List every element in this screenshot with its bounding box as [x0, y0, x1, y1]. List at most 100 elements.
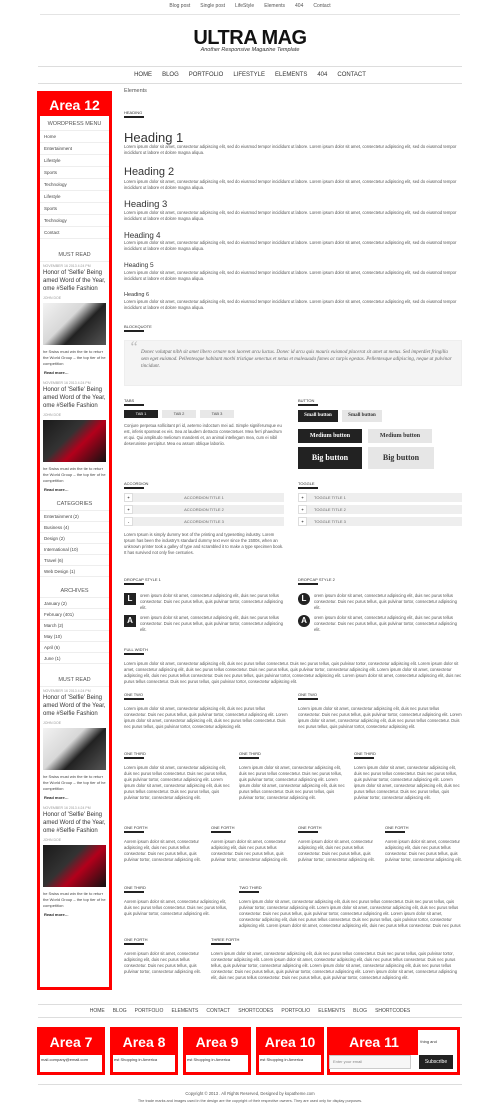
big-button-dark[interactable]: Big button: [298, 447, 362, 469]
one-two-text: Lorem ipsum dolor sit amet, consectetur …: [298, 706, 462, 729]
archive-item[interactable]: June (1): [40, 653, 109, 664]
footer-nav-item[interactable]: PORTFOLIO: [135, 1008, 164, 1014]
small-button-dark[interactable]: Small button: [298, 410, 338, 422]
sidebar-menu-item[interactable]: Sports: [40, 203, 109, 215]
one-third-text: Aorem ipsum dolor sit amet, consectetur …: [124, 899, 228, 916]
toggle-item[interactable]: + TOGGLE TITLE 1: [298, 493, 462, 502]
archive-item[interactable]: March (2): [40, 620, 109, 631]
footer-area-text: mail.company@email.com: [41, 1057, 88, 1062]
top-nav-link[interactable]: Elements: [264, 3, 285, 9]
footer-nav-item[interactable]: ELEMENTS: [318, 1008, 345, 1014]
heading-1: Heading 1: [124, 130, 184, 145]
post-image[interactable]: [43, 845, 106, 887]
archive-item[interactable]: April (6): [40, 642, 109, 653]
medium-button-light[interactable]: Medium button: [368, 429, 432, 443]
main-nav-item[interactable]: BLOG: [162, 72, 179, 78]
heading-4-text: Lorem ipsum dolor sit amet, consectetur …: [124, 240, 457, 251]
post-title[interactable]: Honor of 'Selfie' Being amed Word of the…: [40, 385, 109, 411]
archive-item[interactable]: January (2): [40, 598, 109, 609]
category-item[interactable]: Travel (6): [40, 555, 109, 566]
sidebar-menu-item[interactable]: Technology: [40, 215, 109, 227]
tab-3[interactable]: TAB 3: [200, 410, 234, 418]
post-image[interactable]: [43, 420, 106, 462]
category-item[interactable]: Entertainment (2): [40, 511, 109, 522]
area-label: Area 12: [40, 94, 109, 116]
dropcap-letter: L: [124, 593, 136, 605]
accordion-item[interactable]: + ACCORDION TITLE 2: [124, 505, 284, 514]
minus-icon: -: [124, 517, 133, 526]
post-title[interactable]: Honor of 'Selfie' Being amed Word of the…: [40, 810, 109, 836]
top-nav-link[interactable]: LifeStyle: [235, 3, 254, 9]
dropcap-text: orem ipsum dolor sit amet, consectetur a…: [140, 593, 283, 610]
heading-4: Heading 4: [124, 231, 161, 240]
sidebar-menu-item[interactable]: Technology: [40, 179, 109, 191]
category-item[interactable]: Design (2): [40, 533, 109, 544]
sidebar-menu-item[interactable]: Lifestyle: [40, 155, 109, 167]
heading-1-text: Lorem ipsum dolor sit amet, consectetur …: [124, 144, 457, 155]
small-button-light[interactable]: Small button: [342, 410, 382, 422]
read-more-link[interactable]: Read more…: [40, 793, 109, 804]
breadcrumb[interactable]: Elements: [124, 88, 147, 94]
main-nav-item[interactable]: HOME: [134, 72, 152, 78]
post-image[interactable]: [43, 728, 106, 770]
footer-area-text: est Shopping in America: [114, 1057, 158, 1062]
top-nav-link[interactable]: Blog post: [169, 3, 190, 9]
big-button-light[interactable]: Big button: [368, 447, 434, 469]
category-item[interactable]: Business (4): [40, 522, 109, 533]
accordion-item[interactable]: - ACCORDION TITLE 3: [124, 517, 284, 526]
one-two-title: ONE TWO: [124, 692, 145, 700]
top-nav-link[interactable]: 404: [295, 3, 303, 9]
post-title[interactable]: Honor of 'Selfie' Being amed Word of the…: [40, 693, 109, 719]
category-item[interactable]: Web Design (1): [40, 566, 109, 577]
medium-button-dark[interactable]: Medium button: [298, 429, 362, 443]
site-tagline: Another Responsive Magazine Template: [200, 47, 300, 53]
main-nav-item[interactable]: 404: [317, 72, 327, 78]
main-nav-item[interactable]: ELEMENTS: [275, 72, 307, 78]
accordion-item[interactable]: + ACCORDION TITLE 1: [124, 493, 284, 502]
footer-nav-item[interactable]: BLOG: [113, 1008, 127, 1014]
archive-item[interactable]: May (10): [40, 631, 109, 642]
footer-nav-item[interactable]: SHORTCODES: [375, 1008, 410, 1014]
sidebar-menu-item[interactable]: Sports: [40, 167, 109, 179]
toggle-item[interactable]: + TOGGLE TITLE 3: [298, 517, 462, 526]
category-item[interactable]: International (10): [40, 544, 109, 555]
footer-nav-item[interactable]: PORTFOLIO: [281, 1008, 310, 1014]
footer-area-10: Area 10 est Shopping in America: [256, 1027, 324, 1075]
one-forth-title: ONE FORTH: [211, 825, 235, 833]
blockquote-section-title: BLOCKQUOTE: [124, 324, 152, 332]
must-read-posts: NOVEMBER 16 2013 4:24 PM Honor of 'Selfie…: [40, 262, 109, 496]
archive-item[interactable]: February (401): [40, 609, 109, 620]
read-more-link[interactable]: Read more…: [40, 368, 109, 379]
post-title[interactable]: Honor of 'Selfie' Being amed Word of the…: [40, 268, 109, 294]
footer-nav-item[interactable]: HOME: [90, 1008, 105, 1014]
top-nav-link[interactable]: Single post: [200, 3, 225, 9]
read-more-link[interactable]: Read more…: [40, 910, 109, 921]
one-third-text: Lorem ipsum dolor sit amet, consectetur …: [354, 765, 460, 800]
one-forth-title: ONE FORTH: [385, 825, 409, 833]
read-more-link[interactable]: Read more…: [40, 485, 109, 496]
newsletter-email-input[interactable]: Enter your email: [329, 1055, 411, 1069]
post-image[interactable]: [43, 303, 106, 345]
tab-2[interactable]: TAB 2: [162, 410, 196, 418]
footer-nav-item[interactable]: CONTACT: [206, 1008, 230, 1014]
heading-5: Heading 5: [124, 262, 154, 269]
divider: [38, 1084, 462, 1085]
main-nav-item[interactable]: LIFESTYLE: [233, 72, 265, 78]
subscribe-button[interactable]: Subscribe: [419, 1055, 453, 1069]
one-third-text: Lorem ipsum dolor sit amet, consectetur …: [239, 765, 345, 800]
toggle-item[interactable]: + TOGGLE TITLE 2: [298, 505, 462, 514]
footer-nav-item[interactable]: BLOG: [353, 1008, 367, 1014]
three-forth-title: THREE FORTH: [211, 937, 240, 945]
main-nav-item[interactable]: CONTACT: [337, 72, 366, 78]
main-nav-item[interactable]: PORTFOLIO: [189, 72, 224, 78]
quote-icon: “: [129, 339, 138, 356]
sidebar-menu-item[interactable]: Contact: [40, 227, 109, 239]
heading-section-title: HEADING: [124, 110, 145, 118]
footer-nav-item[interactable]: SHORTCODES: [238, 1008, 273, 1014]
sidebar-menu-item[interactable]: Lifestyle: [40, 191, 109, 203]
sidebar-menu-item[interactable]: Entertainment: [40, 143, 109, 155]
footer-nav-item[interactable]: ELEMENTS: [171, 1008, 198, 1014]
sidebar-menu-item[interactable]: Home: [40, 131, 109, 143]
tab-1[interactable]: TAB 1: [124, 410, 158, 418]
top-nav-link[interactable]: Contact: [313, 3, 330, 9]
